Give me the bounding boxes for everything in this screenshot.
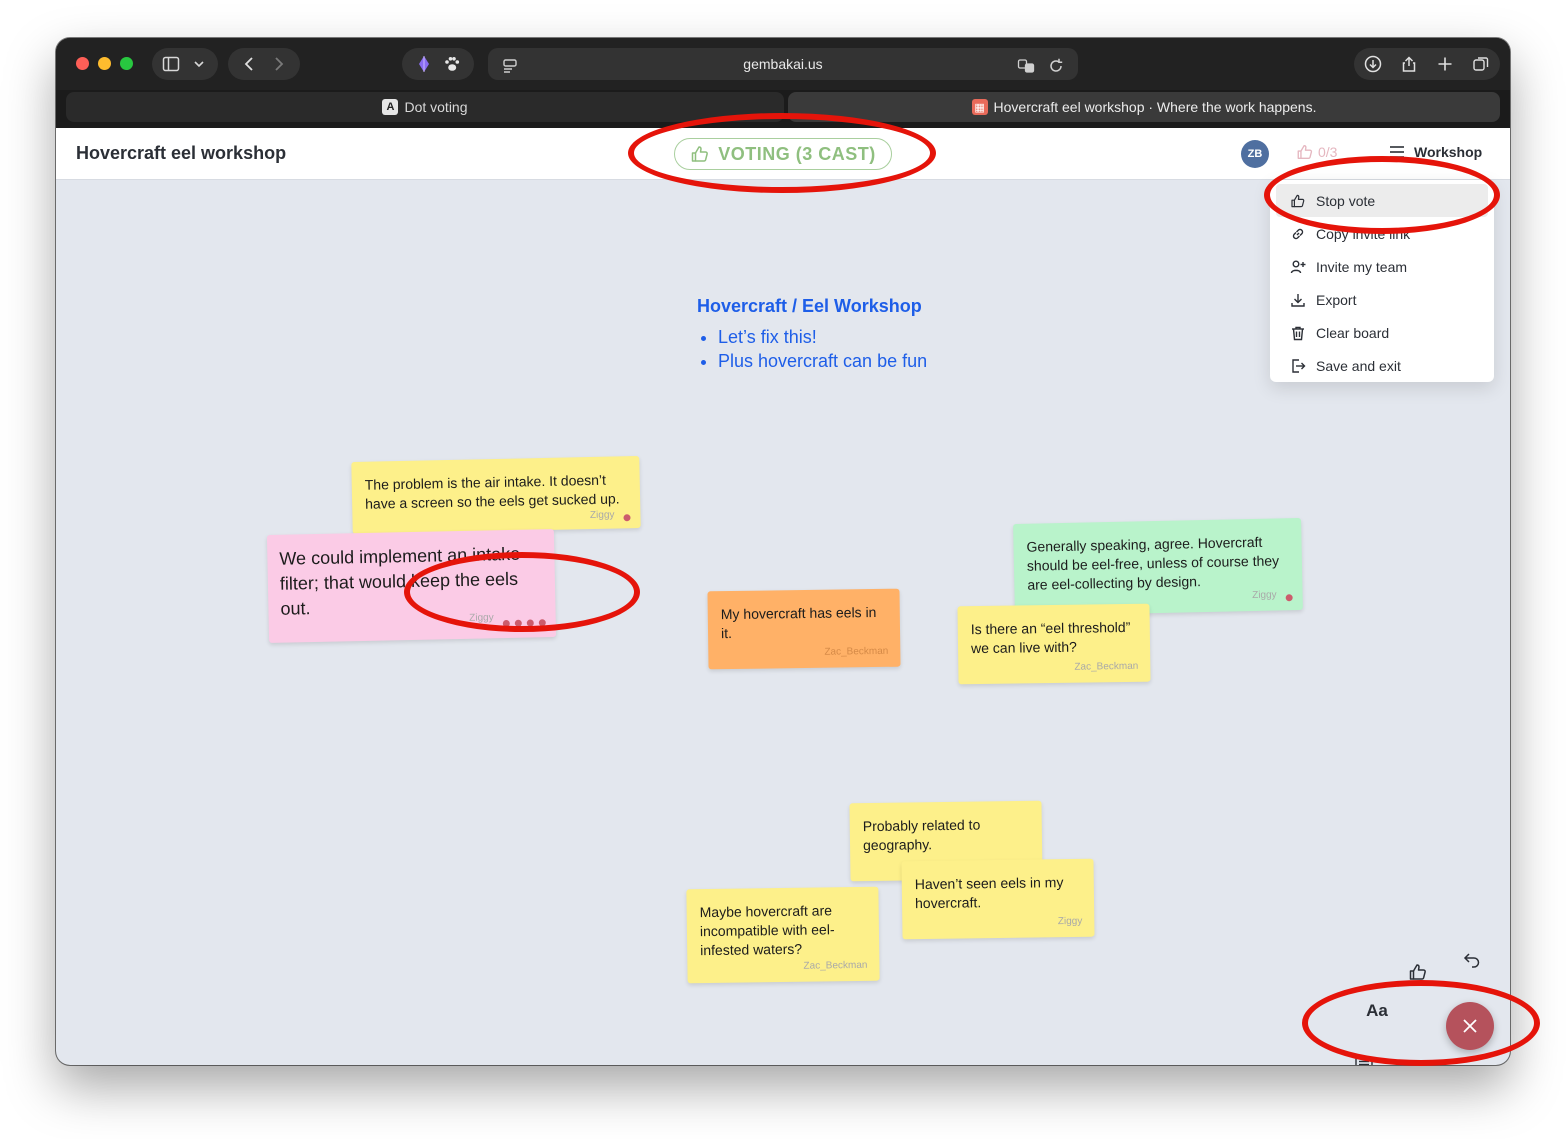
link-icon bbox=[1292, 228, 1304, 239]
minimize-window-button[interactable] bbox=[98, 57, 111, 70]
menu-item-stop-vote[interactable]: Stop vote bbox=[1276, 184, 1488, 217]
back-button[interactable] bbox=[236, 50, 264, 78]
sticky-author: Zac_Beckman bbox=[1074, 660, 1139, 673]
reload-icon[interactable] bbox=[1042, 52, 1070, 80]
download-icon bbox=[1291, 293, 1305, 307]
vote-dot bbox=[1285, 594, 1293, 602]
sticky-note[interactable]: My hovercraft has eels in it. Zac_Beckma… bbox=[707, 588, 901, 670]
workshop-dropdown-menu: Stop vote Copy invite link Invite my tea… bbox=[1270, 180, 1494, 382]
sticky-text: The problem is the air intake. It doesn’… bbox=[364, 471, 620, 512]
thumbs-up-icon bbox=[1297, 145, 1313, 159]
extension-crystal-icon[interactable] bbox=[410, 50, 438, 78]
tab-dot-voting[interactable]: A Dot voting bbox=[66, 92, 784, 122]
browser-window: gembakai.us A Dot voting ▦ Hovercraft ee… bbox=[56, 38, 1510, 1065]
sidebar-icon bbox=[157, 50, 185, 78]
workshop-board[interactable]: Hovercraft eel workshop VOTING (3 CAST) … bbox=[56, 128, 1510, 1065]
vote-dot bbox=[623, 514, 631, 522]
workshop-menu-label: Workshop bbox=[1414, 144, 1483, 160]
sticky-text: Probably related to geography. bbox=[862, 816, 981, 854]
chevron-down-icon bbox=[185, 50, 213, 78]
gembakai-favicon: ▦ bbox=[971, 99, 988, 115]
address-url: gembakai.us bbox=[743, 56, 823, 72]
thumbs-up-icon bbox=[691, 146, 709, 162]
extensions-group bbox=[402, 48, 474, 80]
close-icon bbox=[1463, 1019, 1477, 1033]
dot-voting-favicon: A bbox=[382, 99, 399, 115]
text-size-button[interactable]: Aa bbox=[1362, 998, 1392, 1024]
sticky-author: Ziggy bbox=[1057, 915, 1083, 928]
browser-actions bbox=[1354, 48, 1500, 80]
tab-label: Dot voting bbox=[404, 99, 468, 115]
sticky-note[interactable]: Haven’t seen eels in my hovercraft. Zigg… bbox=[901, 858, 1095, 940]
downloads-icon[interactable] bbox=[1359, 50, 1387, 78]
sticky-author: Ziggy bbox=[1252, 589, 1277, 602]
sticky-text: Is there an “eel threshold” we can live … bbox=[970, 618, 1131, 657]
paw-icon[interactable] bbox=[438, 50, 466, 78]
forward-button[interactable] bbox=[264, 50, 292, 78]
menu-item-clear-board[interactable]: Clear board bbox=[1270, 316, 1494, 349]
menu-item-export[interactable]: Export bbox=[1270, 283, 1494, 316]
sticky-text: Maybe hovercraft are incompatible with e… bbox=[699, 902, 835, 959]
hamburger-icon bbox=[1390, 146, 1404, 158]
address-bar[interactable]: gembakai.us bbox=[488, 48, 1078, 80]
sidebar-toggle-button[interactable] bbox=[152, 48, 218, 80]
add-note-button[interactable] bbox=[1349, 1050, 1379, 1065]
text-size-icon: Aa bbox=[1366, 1001, 1388, 1020]
sticky-author: Ziggy bbox=[589, 509, 615, 522]
vote-dot bbox=[526, 619, 534, 627]
close-window-button[interactable] bbox=[76, 57, 89, 70]
note-icon bbox=[1355, 1056, 1373, 1065]
close-toolbar-button[interactable] bbox=[1446, 1002, 1494, 1050]
vote-count-label: 0/3 bbox=[1318, 144, 1338, 160]
voting-status-button[interactable]: VOTING (3 CAST) bbox=[674, 138, 892, 170]
undo-icon bbox=[1463, 953, 1480, 968]
exit-icon bbox=[1292, 358, 1306, 373]
new-tab-icon[interactable] bbox=[1431, 50, 1459, 78]
sticky-note[interactable]: Generally speaking, agree. Hovercraft sh… bbox=[1013, 517, 1303, 617]
sticky-text: Haven’t seen eels in my hovercraft. bbox=[914, 874, 1064, 912]
translate-icon[interactable] bbox=[1012, 52, 1040, 80]
menu-item-save-and-exit[interactable]: Save and exit bbox=[1270, 349, 1494, 382]
undo-button[interactable] bbox=[1458, 946, 1486, 974]
vote-dot bbox=[514, 619, 522, 627]
text-block-bullet: Plus hovercraft can be fun bbox=[718, 349, 927, 373]
sticky-text: My hovercraft has eels in it. bbox=[720, 603, 877, 642]
sticky-author: Zac_Beckman bbox=[803, 959, 868, 972]
app-header: Hovercraft eel workshop VOTING (3 CAST) … bbox=[56, 128, 1510, 180]
text-block-title: Hovercraft / Eel Workshop bbox=[697, 296, 922, 316]
zoom-window-button[interactable] bbox=[120, 57, 133, 70]
workshop-menu-button[interactable]: Workshop bbox=[1388, 143, 1482, 161]
history-navigation bbox=[228, 48, 300, 80]
sticky-note[interactable]: Maybe hovercraft are incompatible with e… bbox=[686, 886, 880, 984]
add-user-icon bbox=[1290, 260, 1306, 273]
canvas-text-block[interactable]: Hovercraft / Eel Workshop Let’s fix this… bbox=[697, 296, 927, 373]
board-title: Hovercraft eel workshop bbox=[76, 143, 287, 163]
voting-status-label: VOTING (3 CAST) bbox=[718, 143, 876, 164]
avatar[interactable]: ZB bbox=[1241, 140, 1269, 168]
sticky-author: Zac_Beckman bbox=[824, 645, 889, 658]
menu-item-invite-my-team[interactable]: Invite my team bbox=[1270, 250, 1494, 283]
votes-remaining: 0/3 bbox=[1296, 143, 1337, 161]
thumbs-up-icon bbox=[1409, 964, 1426, 980]
text-block-bullet: Let’s fix this! bbox=[718, 325, 927, 349]
tab-hovercraft-workshop[interactable]: ▦ Hovercraft eel workshop · Where the wo… bbox=[788, 92, 1500, 122]
vote-dot bbox=[502, 619, 510, 628]
browser-toolbar: gembakai.us bbox=[56, 38, 1510, 90]
sticky-note[interactable]: The problem is the air intake. It doesn’… bbox=[351, 455, 641, 535]
sticky-note[interactable]: Is there an “eel threshold” we can live … bbox=[957, 603, 1151, 685]
thumbs-up-icon bbox=[1291, 194, 1305, 207]
trash-icon bbox=[1292, 326, 1304, 340]
vote-button[interactable] bbox=[1404, 958, 1432, 986]
menu-item-copy-invite-link[interactable]: Copy invite link bbox=[1270, 217, 1494, 250]
sticky-author: Ziggy bbox=[469, 612, 494, 624]
sticky-text: Generally speaking, agree. Hovercraft sh… bbox=[1026, 533, 1280, 593]
vote-dot bbox=[538, 619, 546, 627]
sticky-text: We could implement an intake filter; tha… bbox=[279, 543, 521, 619]
sticky-note[interactable]: We could implement an intake filter; tha… bbox=[266, 529, 557, 643]
text-block-list: Let’s fix this! Plus hovercraft can be f… bbox=[697, 325, 927, 373]
tab-label: Hovercraft eel workshop · Where the work… bbox=[993, 99, 1317, 115]
share-icon[interactable] bbox=[1395, 50, 1423, 78]
tab-bar: A Dot voting ▦ Hovercraft eel workshop ·… bbox=[56, 90, 1510, 128]
tab-overview-icon[interactable] bbox=[1467, 50, 1495, 78]
